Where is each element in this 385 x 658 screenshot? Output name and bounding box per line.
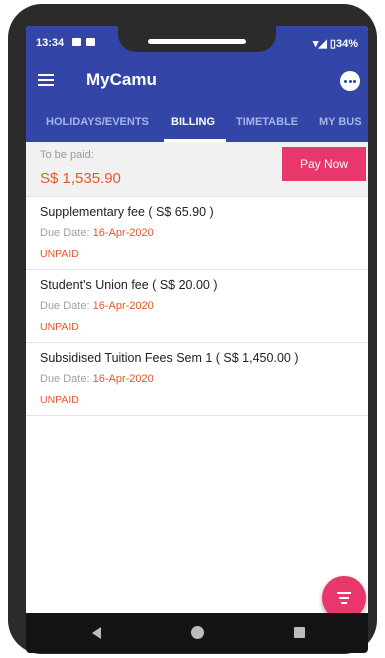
due-date-label: Due Date: [40, 227, 90, 239]
battery-level: 34% [335, 38, 358, 50]
tab-holidays-events[interactable]: HOLIDAYS/EVENTS [46, 116, 149, 128]
battery-indicator: ▾◢ ▯34% [313, 37, 358, 50]
fee-item-student-union[interactable]: Student's Union fee ( S$ 20.00 ) Due Dat… [26, 270, 368, 343]
fee-due: Due Date: 16-Apr-2020 [40, 227, 154, 239]
app-title: MyCamu [86, 70, 157, 89]
fee-item-supplementary[interactable]: Supplementary fee ( S$ 65.90 ) Due Date:… [26, 197, 368, 270]
chat-icon[interactable] [340, 71, 360, 91]
tab-timetable[interactable]: TIMETABLE [236, 116, 298, 128]
tab-bar: HOLIDAYS/EVENTS BILLING TIMETABLE MY BUS [26, 102, 368, 142]
fee-title: Supplementary fee ( S$ 65.90 ) [40, 205, 214, 219]
home-icon[interactable] [191, 626, 204, 639]
due-date-label: Due Date: [40, 300, 90, 312]
notch-bar [148, 39, 246, 44]
to-be-paid-amount: S$ 1,535.90 [40, 170, 121, 187]
camera-notch [118, 26, 276, 52]
status-time: 13:34 [36, 37, 65, 49]
pay-now-button[interactable]: Pay Now [282, 147, 366, 181]
payment-summary: To be paid: S$ 1,535.90 Pay Now [26, 142, 368, 197]
fee-title: Student's Union fee ( S$ 20.00 ) [40, 278, 218, 292]
phone-frame: 13:34 ▾◢ ▯34% MyCamu HOLIDAYS/EVENTS BIL… [8, 4, 377, 654]
due-date-value: 16-Apr-2020 [92, 300, 154, 312]
fee-due: Due Date: 16-Apr-2020 [40, 373, 154, 385]
fee-item-tuition[interactable]: Subsidised Tuition Fees Sem 1 ( S$ 1,450… [26, 343, 368, 416]
menu-icon[interactable] [38, 74, 54, 87]
status-bar: 13:34 ▾◢ ▯34% [26, 26, 368, 60]
notification-icon [72, 38, 81, 46]
signal-icon: ▾◢ [312, 38, 327, 50]
screen: 13:34 ▾◢ ▯34% MyCamu HOLIDAYS/EVENTS BIL… [26, 26, 368, 653]
android-nav-bar [26, 613, 368, 653]
fee-title: Subsidised Tuition Fees Sem 1 ( S$ 1,450… [40, 351, 299, 365]
fee-due: Due Date: 16-Apr-2020 [40, 300, 154, 312]
fee-status: UNPAID [40, 248, 79, 260]
tab-my-bus[interactable]: MY BUS [319, 116, 362, 128]
app-bar: MyCamu [26, 60, 368, 102]
fee-status: UNPAID [40, 394, 79, 406]
notification-icon [86, 38, 95, 46]
to-be-paid-label: To be paid: [40, 149, 94, 161]
due-date-value: 16-Apr-2020 [92, 373, 154, 385]
due-date-value: 16-Apr-2020 [92, 227, 154, 239]
recent-apps-icon[interactable] [294, 627, 305, 638]
tab-billing[interactable]: BILLING [171, 116, 215, 128]
fee-status: UNPAID [40, 321, 79, 333]
due-date-label: Due Date: [40, 373, 90, 385]
back-icon[interactable] [92, 627, 101, 639]
